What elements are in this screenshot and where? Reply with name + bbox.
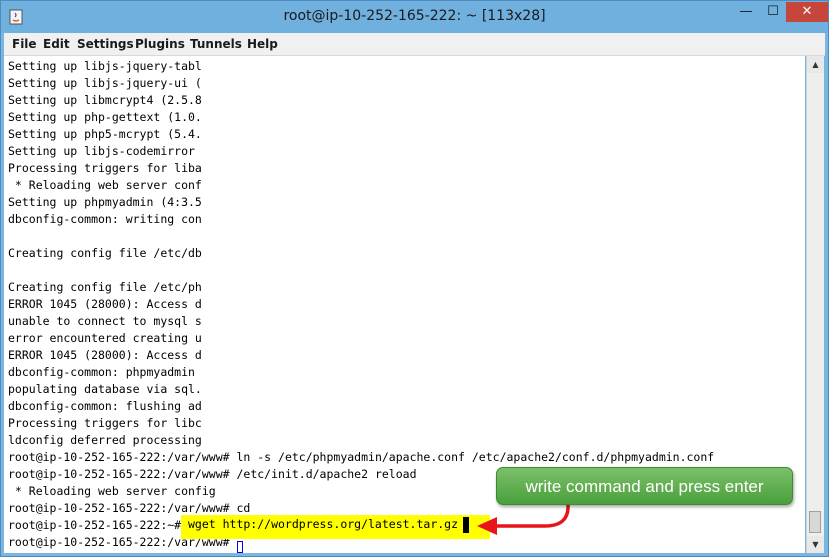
terminal-line: dbconfig-common: flushing ad xyxy=(8,399,202,413)
menu-settings[interactable]: Settings xyxy=(77,37,134,51)
menu-help[interactable]: Help xyxy=(247,37,278,51)
terminal-line: Setting up libjs-codemirror xyxy=(8,144,195,158)
terminal-line: Setting up libjs-jquery-ui ( xyxy=(8,76,202,90)
terminal-line: ERROR 1045 (28000): Access d xyxy=(8,297,202,311)
terminal-line: ldconfig deferred processing xyxy=(8,433,202,447)
vertical-scrollbar[interactable]: ▲ ▼ xyxy=(806,56,824,553)
terminal-line: Processing triggers for liba xyxy=(8,161,202,175)
menu-tunnels[interactable]: Tunnels xyxy=(190,37,242,51)
terminal-line: * Reloading web server conf xyxy=(8,178,202,192)
terminal-line: dbconfig-common: writing con xyxy=(8,212,202,226)
close-button[interactable]: ✕ xyxy=(786,2,828,22)
terminal-line: error encountered creating u xyxy=(8,331,202,345)
terminal-line: dbconfig-common: phpmyadmin xyxy=(8,365,195,379)
terminal-line: Creating config file /etc/db xyxy=(8,246,202,260)
annotation-callout: write command and press enter xyxy=(496,467,793,505)
scroll-down-arrow-icon[interactable]: ▼ xyxy=(807,536,824,553)
terminal-line: * Reloading web server config xyxy=(8,484,216,498)
terminal-prompt-line: root@ip-10-252-165-222:~# xyxy=(8,518,189,532)
scrollbar-thumb[interactable] xyxy=(809,511,821,533)
terminal-line: root@ip-10-252-165-222:/var/www# /etc/in… xyxy=(8,467,417,481)
menu-plugins[interactable]: Plugins xyxy=(135,37,185,51)
terminal-line: Setting up phpmyadmin (4:3.5 xyxy=(8,195,202,209)
menu-edit[interactable]: Edit xyxy=(43,37,70,51)
title-bar[interactable]: root@ip-10-252-165-222: ~ [113x28] — ☐ ✕ xyxy=(1,1,828,33)
terminal-line: Setting up php5-mcrypt (5.4. xyxy=(8,127,202,141)
terminal-line: ERROR 1045 (28000): Access d xyxy=(8,348,202,362)
terminal-line: Creating config file /etc/ph xyxy=(8,280,202,294)
inactive-cursor xyxy=(237,541,243,553)
terminal-line: unable to connect to mysql s xyxy=(8,314,202,328)
terminal-line: Setting up libmcrypt4 (2.5.8 xyxy=(8,93,202,107)
scroll-up-arrow-icon[interactable]: ▲ xyxy=(807,56,824,73)
minimize-button[interactable]: — xyxy=(733,2,759,22)
menu-bar: File Edit Settings Plugins Tunnels Help xyxy=(4,33,825,56)
maximize-button[interactable]: ☐ xyxy=(760,2,786,22)
terminal-line: Processing triggers for libc xyxy=(8,416,202,430)
annotation-arrow-icon xyxy=(477,503,570,535)
terminal-line: Setting up php-gettext (1.0. xyxy=(8,110,202,124)
highlighted-command: wget http://wordpress.org/latest.tar.gz xyxy=(188,517,459,531)
terminal-line: Setting up libjs-jquery-tabl xyxy=(8,59,202,73)
window-title: root@ip-10-252-165-222: ~ [113x28] xyxy=(283,8,546,24)
terminal-line: root@ip-10-252-165-222:/var/www# ln -s /… xyxy=(8,450,715,464)
menu-file[interactable]: File xyxy=(12,37,37,51)
annotation-text: write command and press enter xyxy=(525,477,764,496)
terminal-line: populating database via sql. xyxy=(8,382,202,396)
